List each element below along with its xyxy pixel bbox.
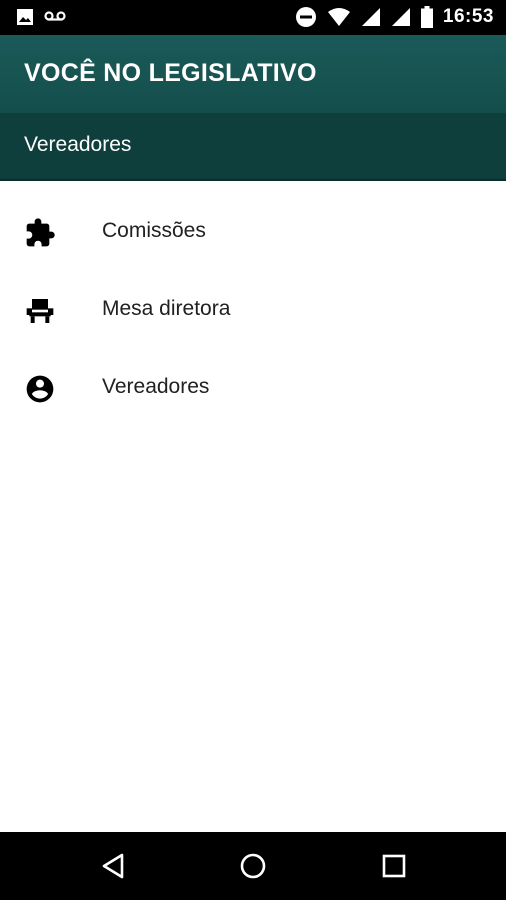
menu-item-comissoes[interactable]: Comissões [0,192,506,270]
menu-item-vereadores[interactable]: Vereadores [0,348,506,426]
battery-icon [420,6,433,28]
section-header: Vereadores [0,113,506,181]
do-not-disturb-icon [295,7,316,27]
recents-icon[interactable] [378,850,410,882]
menu-item-label: Mesa diretora [102,297,231,320]
home-icon[interactable] [237,850,269,882]
account-circle-icon [26,375,54,403]
chair-icon [26,299,54,323]
back-icon[interactable] [98,850,130,882]
status-time: 16:53 [442,6,494,27]
menu-item-label: Vereadores [102,375,210,398]
menu-list: Comissões Mesa diretora Vereadores [0,192,506,426]
signal-icon [361,8,380,26]
navigation-bar [0,832,506,900]
signal-icon [391,8,410,26]
app-title: VOCÊ NO LEGISLATIVO [24,59,317,87]
image-icon [17,9,33,25]
section-title: Vereadores [24,133,132,156]
status-bar: 16:53 [0,0,506,35]
wifi-icon [327,8,350,26]
puzzle-icon [26,218,55,247]
app-bar: VOCÊ NO LEGISLATIVO [0,35,506,113]
voicemail-icon [44,11,66,21]
menu-item-mesa-diretora[interactable]: Mesa diretora [0,270,506,348]
menu-item-label: Comissões [102,219,206,242]
